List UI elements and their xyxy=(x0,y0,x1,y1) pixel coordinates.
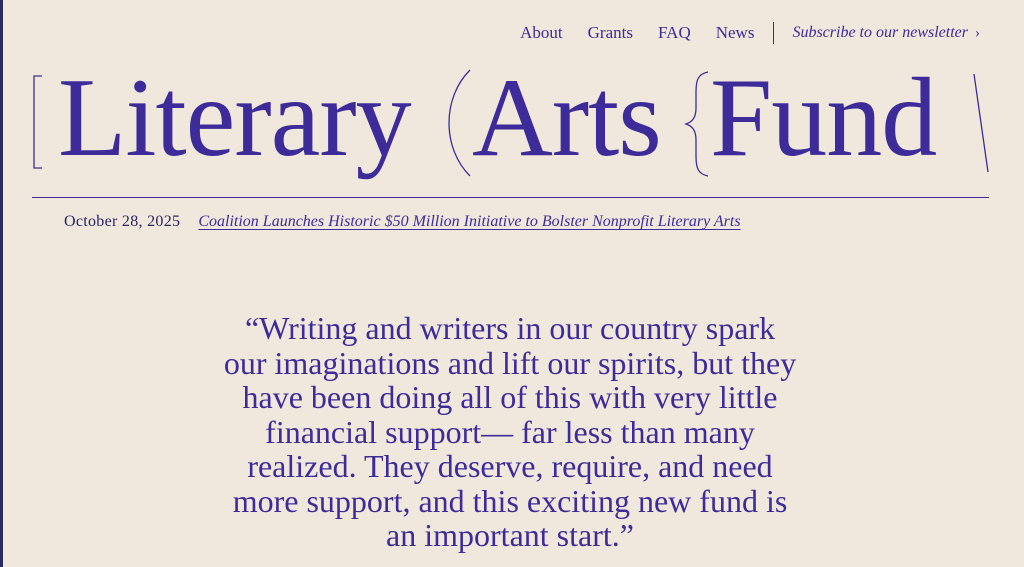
quote-line: realized. They deserve, require, and nee… xyxy=(247,448,773,484)
newsletter-link[interactable]: Subscribe to our newsletter › xyxy=(792,24,980,42)
nav-grants[interactable]: Grants xyxy=(588,23,633,43)
nav-about[interactable]: About xyxy=(520,23,563,43)
paren-shape xyxy=(448,69,471,177)
backslash-shape xyxy=(973,73,989,173)
quote-line: our imaginations and lift our spirits, b… xyxy=(223,344,797,381)
left-edge-rule xyxy=(0,0,3,567)
nav-news[interactable]: News xyxy=(716,23,755,43)
news-ticker: October 28, 2025 Coalition Launches Hist… xyxy=(64,213,741,231)
nav-divider xyxy=(773,22,775,44)
header-divider xyxy=(32,197,989,198)
brace-shape xyxy=(683,71,709,177)
logo-word-literary: Literary xyxy=(58,56,412,180)
newsletter-label: Subscribe to our newsletter xyxy=(792,24,968,41)
quote-line: have been doing all of this with very li… xyxy=(242,379,778,415)
news-headline-link[interactable]: Coalition Launches Historic $50 Million … xyxy=(198,213,740,230)
quote-line: “Writing and writers in our country spar… xyxy=(244,310,776,346)
nav-faq[interactable]: FAQ xyxy=(658,23,691,43)
logo-word-fund: Fund xyxy=(710,56,937,180)
logo-word-arts: Arts xyxy=(472,56,662,180)
quote-line: financial support— far less than many xyxy=(265,413,755,450)
news-date: October 28, 2025 xyxy=(64,213,181,230)
quote-line: an important start.” xyxy=(386,517,634,553)
chevron-right-icon: › xyxy=(975,25,980,41)
left-bracket-shape xyxy=(33,75,42,169)
quote-line: more support, and this exciting new fund… xyxy=(232,482,788,519)
site-logo[interactable]: Literary Arts Fund xyxy=(30,62,992,180)
featured-quote: “Writing and writers in our country spar… xyxy=(130,311,890,553)
top-nav: About Grants FAQ News Subscribe to our n… xyxy=(495,22,980,44)
